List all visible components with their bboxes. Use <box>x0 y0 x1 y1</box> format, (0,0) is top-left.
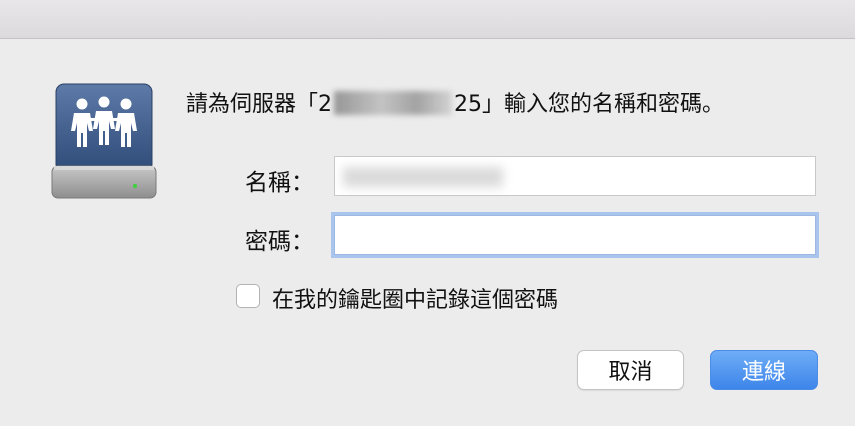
prompt-text-prefix: 請為伺服器「2 <box>186 92 332 117</box>
window-titlebar[interactable] <box>0 0 855 39</box>
shared-server-icon <box>51 83 157 199</box>
redacted-server-address <box>334 91 452 115</box>
connect-button[interactable]: 連線 <box>710 350 818 390</box>
redacted-name-value <box>343 167 503 187</box>
password-field[interactable] <box>334 215 816 255</box>
cancel-button[interactable]: 取消 <box>577 350 684 390</box>
remember-in-keychain-checkbox[interactable] <box>236 284 260 308</box>
name-label: 名稱： <box>245 170 314 196</box>
password-input[interactable] <box>335 216 815 254</box>
name-field[interactable] <box>334 156 816 196</box>
dialog-prompt: 請為伺服器「2 25」輸入您的名稱和密碼。 <box>186 86 724 118</box>
remember-in-keychain-label[interactable]: 在我的鑰匙圈中記錄這個密碼 <box>272 282 558 314</box>
prompt-text-suffix: 25」輸入您的名稱和密碼。 <box>454 92 724 117</box>
password-label: 密碼： <box>245 229 314 255</box>
